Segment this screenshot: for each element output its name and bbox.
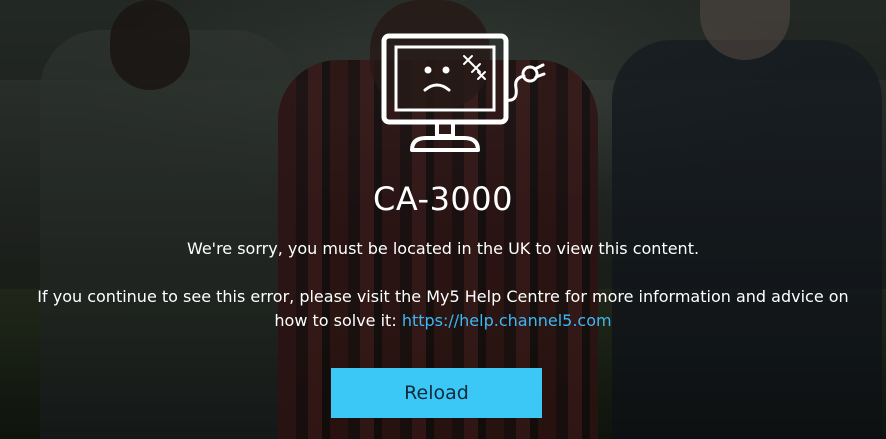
help-centre-link[interactable]: https://help.channel5.com: [402, 311, 612, 330]
error-screen: CA-3000 We're sorry, you must be located…: [0, 0, 886, 439]
reload-button[interactable]: Reload: [331, 368, 542, 418]
broken-monitor-icon: [381, 33, 546, 152]
help-message: If you continue to see this error, pleas…: [30, 285, 856, 333]
error-message: We're sorry, you must be located in the …: [186, 239, 700, 258]
error-code: CA-3000: [372, 180, 513, 218]
